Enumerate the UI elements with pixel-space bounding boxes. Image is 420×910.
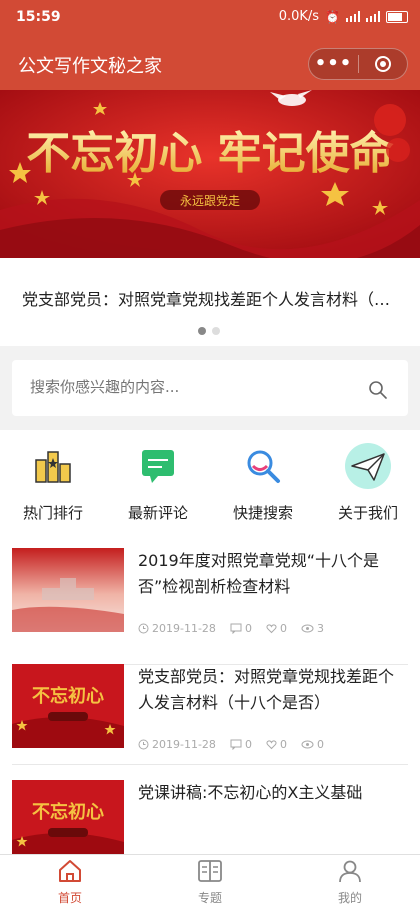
mini-program-capsule: •••	[308, 48, 408, 80]
battery-icon	[386, 10, 408, 23]
tab-bar: 首页 专题 我的	[0, 854, 420, 910]
nav-quick-search[interactable]: 快捷搜索	[218, 442, 308, 523]
article-date: 2019-11-28	[138, 622, 216, 635]
banner-headline: 不忘初心 牢记使命	[26, 128, 393, 179]
nav-label: 最新评论	[127, 504, 188, 522]
view-count: 0	[301, 738, 324, 751]
network-speed: 0.0K/s	[278, 9, 320, 24]
carousel-dot[interactable]	[212, 327, 220, 335]
tab-mine[interactable]: 我的	[310, 859, 390, 906]
alarm-icon: ⏰	[325, 9, 340, 24]
heart-icon	[266, 740, 277, 750]
app-title: 公文写作文秘之家	[18, 56, 162, 77]
svg-text:不忘初心: 不忘初心	[32, 801, 104, 823]
like-count: 0	[266, 622, 287, 635]
status-bar: 15:59 0.0K/s ⏰	[0, 0, 420, 36]
eye-icon	[301, 624, 314, 633]
nav-hot-ranking[interactable]: 热门排行	[8, 442, 98, 523]
user-icon	[339, 860, 361, 883]
comment-icon	[230, 739, 242, 750]
clock-icon	[138, 623, 149, 634]
heart-icon	[266, 624, 277, 634]
search-icon[interactable]	[368, 380, 388, 400]
search-input[interactable]	[30, 378, 350, 396]
article-title: 党支部党员：对照党章党规找差距个人发言材料（十八个是否）	[138, 667, 395, 712]
comment-text: 0	[244, 738, 252, 751]
view-text: 0	[316, 738, 324, 751]
view-count: 3	[301, 622, 324, 635]
article-meta: 2019-11-28 0 0 0	[138, 738, 324, 751]
signal-icon	[346, 11, 360, 22]
like-text: 0	[279, 622, 287, 635]
list-item[interactable]: 不忘初心 党课讲稿:不忘初心的X主义基础	[12, 764, 408, 854]
nav-label: 快捷搜索	[232, 504, 293, 522]
carousel-dot[interactable]	[198, 327, 206, 335]
tab-label: 专题	[197, 891, 222, 905]
like-count: 0	[266, 738, 287, 751]
carousel-dots	[198, 327, 220, 335]
article-thumbnail: 不忘初心	[12, 780, 124, 854]
status-indicators: 0.0K/s ⏰	[279, 9, 408, 24]
banner-subtext: 永远跟党走	[180, 193, 240, 208]
tab-label: 首页	[57, 891, 82, 905]
status-time: 15:59	[16, 9, 61, 25]
search-bar	[12, 360, 408, 416]
home-icon	[59, 860, 81, 882]
article-list: 2019年度对照党章党规“十八个是否”检视剖析检查材料 2019-11-28 0…	[0, 532, 420, 854]
quick-nav: 热门排行 最新评论 快捷搜索 关于我们	[0, 430, 420, 532]
signal-icon	[366, 11, 380, 22]
banner-caption-area: 党支部党员：对照党章党规找差距个人发言材料（…	[0, 258, 420, 346]
title-bar: 公文写作文秘之家 •••	[0, 36, 420, 90]
nav-latest-comments[interactable]: 最新评论	[113, 442, 203, 523]
close-button[interactable]	[359, 56, 407, 72]
article-date: 2019-11-28	[138, 738, 216, 751]
date-text: 2019-11-28	[152, 622, 216, 635]
tab-topics[interactable]: 专题	[170, 859, 250, 906]
article-thumbnail	[12, 548, 124, 632]
article-title: 2019年度对照党章党规“十八个是否”检视剖析检查材料	[138, 551, 380, 596]
clock-icon	[138, 739, 149, 750]
list-item[interactable]: 2019年度对照党章党规“十八个是否”检视剖析检查材料 2019-11-28 0…	[12, 532, 408, 648]
comment-text: 0	[244, 622, 252, 635]
date-text: 2019-11-28	[152, 738, 216, 751]
comment-icon	[134, 442, 182, 490]
comment-icon	[230, 623, 242, 634]
book-icon	[198, 860, 222, 882]
tab-home[interactable]: 首页	[30, 859, 110, 906]
banner-image: 不忘初心 牢记使命 永远跟党走	[0, 90, 420, 258]
nav-about-us[interactable]: 关于我们	[323, 442, 413, 523]
banner-caption[interactable]: 党支部党员：对照党章党规找差距个人发言材料（…	[22, 286, 402, 310]
comment-count: 0	[230, 622, 252, 635]
article-meta: 2019-11-28 0 0 3	[138, 622, 324, 635]
view-text: 3	[316, 622, 324, 635]
svg-text:不忘初心: 不忘初心	[32, 685, 104, 707]
ranking-icon	[29, 442, 77, 490]
tab-label: 我的	[337, 891, 362, 905]
banner-carousel[interactable]: 不忘初心 牢记使命 永远跟党走	[0, 90, 420, 258]
close-circle-icon	[374, 56, 391, 72]
list-item[interactable]: 不忘初心 党支部党员：对照党章党规找差距个人发言材料（十八个是否） 2019-1…	[12, 648, 408, 764]
paper-plane-icon	[344, 442, 392, 490]
article-title: 党课讲稿:不忘初心的X主义基础	[138, 783, 363, 802]
comment-count: 0	[230, 738, 252, 751]
nav-label: 热门排行	[22, 504, 83, 522]
like-text: 0	[279, 738, 287, 751]
eye-icon	[301, 740, 314, 749]
nav-label: 关于我们	[337, 504, 398, 522]
search-icon	[239, 442, 287, 490]
article-thumbnail: 不忘初心	[12, 664, 124, 748]
more-button[interactable]: •••	[309, 49, 358, 79]
